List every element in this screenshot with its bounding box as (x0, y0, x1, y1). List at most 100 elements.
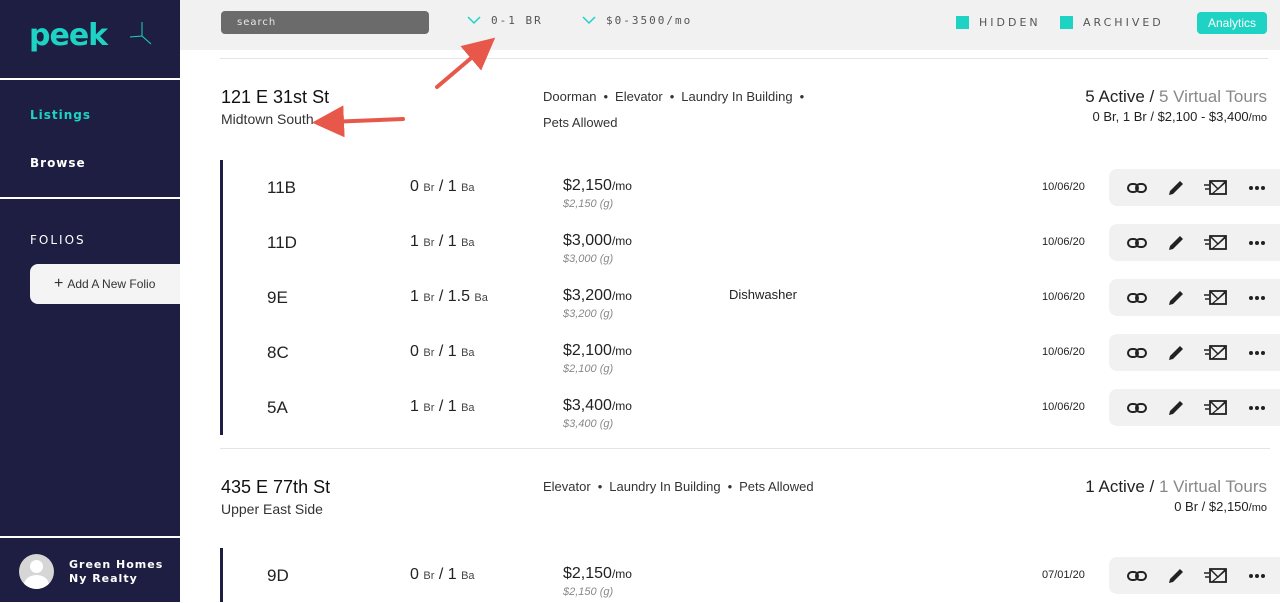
topbar: 0-1 BR $0-3500/mo HIDDEN ARCHIVED Analyt… (180, 0, 1280, 50)
unit-number: 11D (267, 233, 297, 252)
edit-icon[interactable] (1166, 233, 1186, 253)
unit-date: 10/06/20 (1042, 346, 1085, 358)
unit-number: 9D (267, 566, 289, 585)
unit-row[interactable]: 9E 1 Br / 1.5 Ba $3,200/mo $3,200 (g) Di… (224, 270, 1280, 325)
send-mail-icon[interactable] (1204, 343, 1228, 363)
virtual-tours-link[interactable]: 1 Virtual Tours (1159, 477, 1267, 496)
send-mail-icon[interactable] (1204, 398, 1228, 418)
building-address[interactable]: 435 E 77th St (221, 477, 330, 498)
unit-date: 10/06/20 (1042, 291, 1085, 303)
sidebar-divider (0, 197, 180, 199)
unit-number: 11B (267, 178, 296, 197)
edit-icon[interactable] (1166, 288, 1186, 308)
unit-price: $2,150/mo (563, 565, 632, 582)
unit-actions (1109, 279, 1280, 316)
unit-bed-bath: 0 Br / 1 Ba (410, 566, 475, 583)
building-neighborhood: Midtown South (221, 111, 314, 127)
sidebar-item-listings[interactable]: Listings (30, 108, 91, 122)
building-neighborhood: Upper East Side (221, 501, 323, 517)
avatar-icon (19, 554, 54, 589)
unit-group-bar (220, 160, 223, 435)
unit-actions (1109, 224, 1280, 261)
sidebar-item-browse[interactable]: Browse (30, 156, 86, 170)
unit-actions (1109, 557, 1280, 594)
unit-actions (1109, 389, 1280, 426)
building-amenities: Elevator • Laundry In Building • Pets Allowe… (543, 479, 814, 494)
archived-checkbox[interactable] (1060, 16, 1073, 29)
unit-price: $3,200/mo (563, 287, 632, 304)
user-profile[interactable]: Green Homes Ny Realty (0, 536, 180, 602)
more-icon[interactable] (1247, 343, 1267, 363)
amenity: Elevator (543, 479, 591, 494)
unit-gross-price: $3,200 (g) (563, 308, 614, 320)
unit-actions (1109, 169, 1280, 206)
unit-amenity: Dishwasher (729, 287, 797, 302)
edit-icon[interactable] (1166, 343, 1186, 363)
unit-bed-bath: 0 Br / 1 Ba (410, 343, 475, 360)
price-filter[interactable]: $0-3500/mo (582, 14, 692, 27)
beds-filter-label: 0-1 BR (491, 14, 543, 27)
logo-mark-icon (130, 22, 152, 45)
add-folio-button[interactable]: + Add A New Folio (30, 264, 180, 304)
send-mail-icon[interactable] (1204, 178, 1228, 198)
send-mail-icon[interactable] (1204, 288, 1228, 308)
unit-price: $3,000/mo (563, 232, 632, 249)
unit-row[interactable]: 11D 1 Br / 1 Ba $3,000/mo $3,000 (g) 10/… (224, 215, 1280, 270)
price-range: 0 Br / $2,150 (1174, 499, 1249, 514)
virtual-tours-link[interactable]: 5 Virtual Tours (1159, 87, 1267, 106)
unit-gross-price: $2,100 (g) (563, 363, 614, 375)
more-icon[interactable] (1247, 288, 1267, 308)
hidden-toggle[interactable]: HIDDEN (956, 16, 1041, 29)
unit-date: 10/06/20 (1042, 236, 1085, 248)
unit-date: 10/06/20 (1042, 181, 1085, 193)
chevron-down-icon (582, 16, 596, 25)
active-count: 1 Active (1085, 477, 1145, 496)
unit-group-bar (220, 548, 223, 602)
amenity: Elevator (615, 89, 663, 104)
more-icon[interactable] (1247, 398, 1267, 418)
hidden-label: HIDDEN (979, 16, 1041, 29)
hidden-checkbox[interactable] (956, 16, 969, 29)
archived-toggle[interactable]: ARCHIVED (1060, 16, 1164, 29)
unit-date: 10/06/20 (1042, 401, 1085, 413)
search-input[interactable] (221, 11, 429, 34)
unit-number: 9E (267, 288, 288, 307)
add-folio-label: Add A New Folio (67, 277, 156, 291)
unit-actions (1109, 334, 1280, 371)
amenity: Pets Allowed (543, 115, 618, 130)
amenity: Pets Allowed (739, 479, 814, 494)
unit-row[interactable]: 8C 0 Br / 1 Ba $2,100/mo $2,100 (g) 10/0… (224, 325, 1280, 380)
amenity: Laundry In Building (681, 89, 793, 104)
unit-bed-bath: 1 Br / 1.5 Ba (410, 288, 488, 305)
more-icon[interactable] (1247, 233, 1267, 253)
link-icon[interactable] (1127, 398, 1147, 418)
unit-price: $2,100/mo (563, 342, 632, 359)
unit-row[interactable]: 11B 0 Br / 1 Ba $2,150/mo $2,150 (g) 10/… (224, 160, 1280, 215)
unit-gross-price: $3,000 (g) (563, 253, 614, 265)
app-logo[interactable]: peek (29, 18, 108, 53)
sidebar-divider (0, 78, 180, 80)
unit-number: 8C (267, 343, 289, 362)
building-address[interactable]: 121 E 31st St (221, 87, 329, 108)
analytics-button[interactable]: Analytics (1197, 12, 1267, 34)
folios-title: FOLIOS (30, 233, 86, 247)
edit-icon[interactable] (1166, 178, 1186, 198)
send-mail-icon[interactable] (1204, 566, 1228, 586)
send-mail-icon[interactable] (1204, 233, 1228, 253)
link-icon[interactable] (1127, 566, 1147, 586)
link-icon[interactable] (1127, 233, 1147, 253)
link-icon[interactable] (1127, 178, 1147, 198)
edit-icon[interactable] (1166, 398, 1186, 418)
edit-icon[interactable] (1166, 566, 1186, 586)
amenity: Laundry In Building (609, 479, 721, 494)
more-icon[interactable] (1247, 178, 1267, 198)
unit-row[interactable]: 9D 0 Br / 1 Ba $2,150/mo $2,150 (g) 07/0… (224, 548, 1280, 603)
link-icon[interactable] (1127, 288, 1147, 308)
divider (220, 448, 1270, 449)
unit-row[interactable]: 5A 1 Br / 1 Ba $3,400/mo $3,400 (g) 10/0… (224, 380, 1280, 435)
more-icon[interactable] (1247, 566, 1267, 586)
beds-filter[interactable]: 0-1 BR (467, 14, 543, 27)
link-icon[interactable] (1127, 343, 1147, 363)
building-summary: 5 Active / 5 Virtual Tours 0 Br, 1 Br / … (1085, 87, 1267, 124)
annotation-arrow (312, 105, 405, 138)
